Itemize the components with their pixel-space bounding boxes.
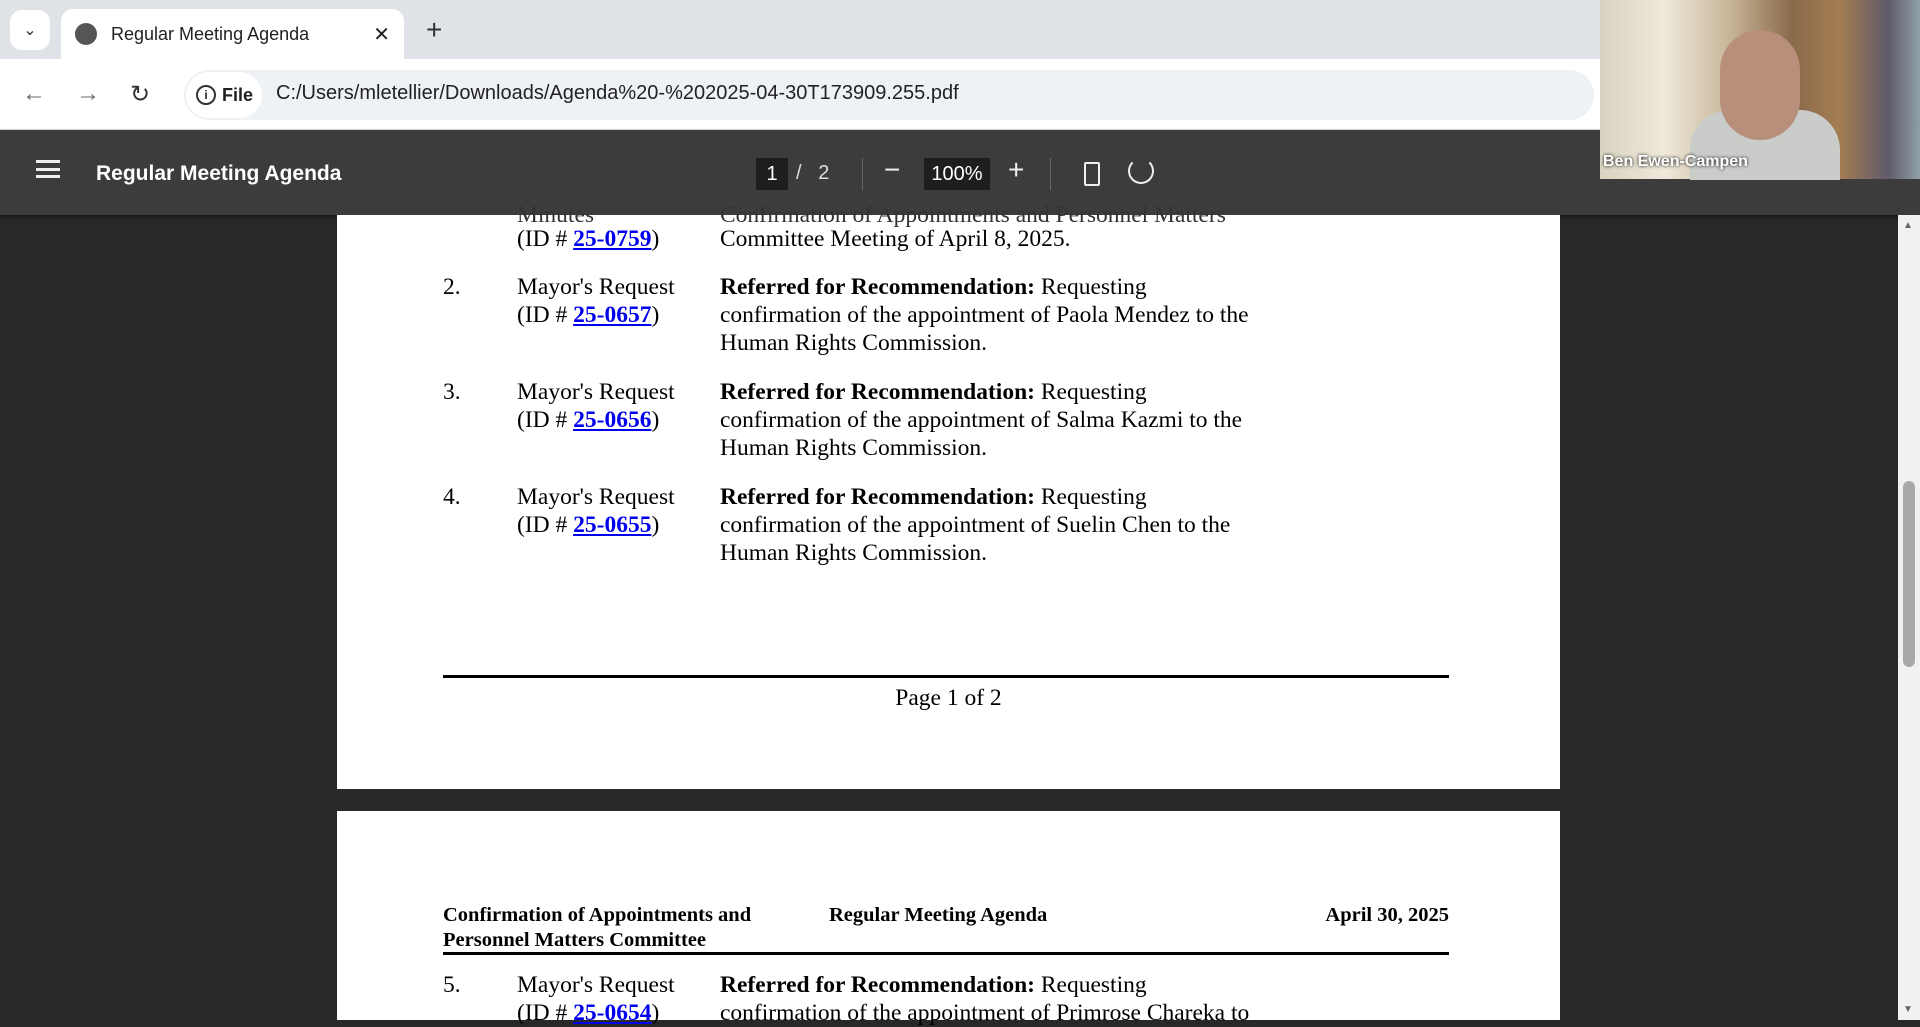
url-text[interactable]: C:/Users/mletellier/Downloads/Agenda%20-… bbox=[276, 82, 959, 105]
back-icon[interactable]: ← bbox=[22, 80, 46, 108]
item-link[interactable]: 25-0654 bbox=[573, 1000, 651, 1026]
site-info-button[interactable]: i File bbox=[186, 72, 262, 118]
item-id: (ID # 25-0759) bbox=[517, 226, 660, 252]
item-link[interactable]: 25-0657 bbox=[573, 302, 651, 328]
scrollbar-thumb[interactable] bbox=[1903, 481, 1915, 667]
reload-icon[interactable]: ↻ bbox=[130, 80, 150, 109]
fit-page-icon[interactable] bbox=[1084, 162, 1100, 186]
site-info-label: File bbox=[222, 84, 254, 105]
page-count: / 2 bbox=[796, 162, 830, 184]
header-title: Regular Meeting Agenda bbox=[829, 904, 1048, 926]
forward-icon[interactable]: → bbox=[76, 80, 100, 108]
page-footer: Page 1 of 2 bbox=[895, 685, 1002, 711]
close-tab-icon[interactable]: ✕ bbox=[373, 22, 390, 47]
menu-icon[interactable] bbox=[36, 160, 60, 178]
zoom-in-icon[interactable]: + bbox=[1008, 154, 1024, 186]
item-link[interactable]: 25-0656 bbox=[573, 407, 651, 433]
header-date: April 30, 2025 bbox=[1325, 904, 1449, 926]
new-tab-button[interactable]: + bbox=[426, 14, 442, 46]
browser-tab[interactable]: Regular Meeting Agenda ✕ bbox=[61, 9, 404, 59]
item-link[interactable]: 25-0655 bbox=[573, 512, 651, 538]
item-description: Committee Meeting of April 8, 2025. bbox=[720, 226, 1071, 252]
tab-search-chevron-icon[interactable]: ⌄ bbox=[10, 10, 50, 50]
pdf-page-1: Minutes Confirmation of Appointments and… bbox=[337, 202, 1560, 789]
header-committee: Personnel Matters Committee bbox=[443, 929, 706, 951]
zoom-out-icon[interactable]: − bbox=[884, 154, 900, 186]
footer-rule bbox=[443, 675, 1449, 678]
header-committee: Confirmation of Appointments and bbox=[443, 904, 752, 926]
divider bbox=[862, 158, 863, 190]
header-rule bbox=[443, 952, 1449, 955]
rotate-icon[interactable] bbox=[1128, 158, 1154, 184]
participant-name: Ben Ewen-Campen bbox=[1603, 153, 1748, 170]
scroll-up-icon[interactable]: ▲ bbox=[1903, 220, 1913, 231]
divider bbox=[1050, 158, 1051, 190]
globe-icon bbox=[75, 23, 97, 45]
info-icon: i bbox=[196, 85, 216, 105]
page-number-input[interactable]: 1 bbox=[756, 158, 788, 190]
tab-title: Regular Meeting Agenda bbox=[111, 23, 310, 44]
document-title: Regular Meeting Agenda bbox=[96, 162, 342, 185]
pdf-page-2: Confirmation of Appointments and Personn… bbox=[337, 811, 1560, 1026]
zoom-input[interactable]: 100% bbox=[924, 158, 990, 190]
scroll-down-icon[interactable]: ▼ bbox=[1903, 1004, 1913, 1015]
item-link[interactable]: 25-0759 bbox=[573, 226, 651, 252]
